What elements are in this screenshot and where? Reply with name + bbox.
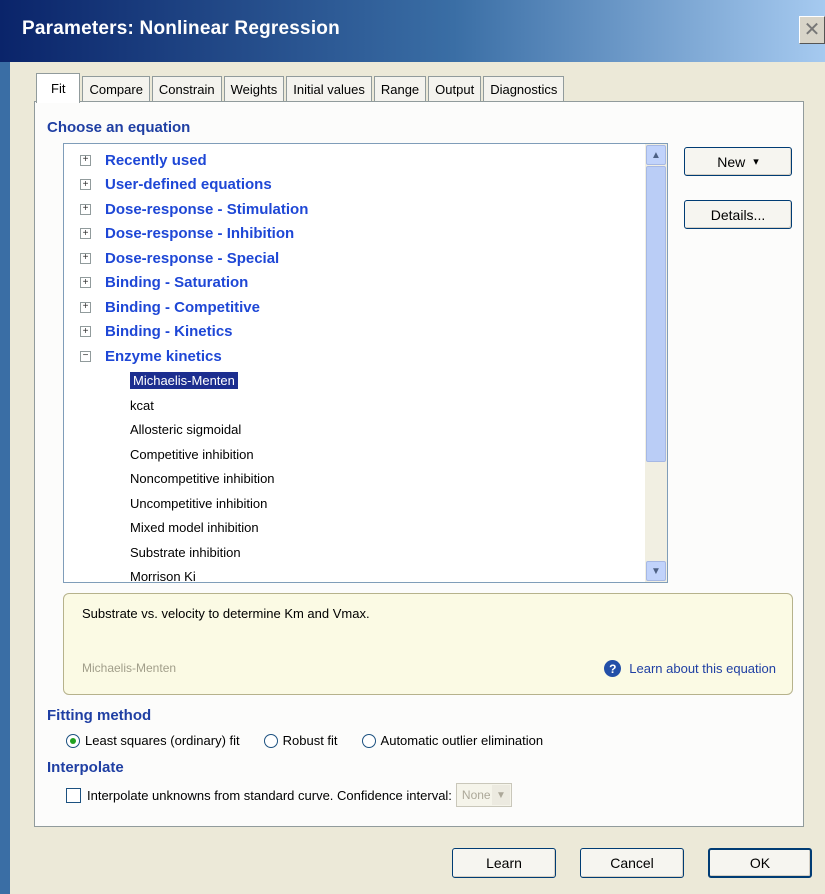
choose-equation-heading: Choose an equation <box>47 119 191 136</box>
expand-icon[interactable]: + <box>80 228 91 240</box>
fitting-method-options: Least squares (ordinary) fit Robust fit … <box>66 733 567 748</box>
help-icon: ? <box>604 660 622 677</box>
tab-output[interactable]: Output <box>428 76 482 102</box>
equation-description: Substrate vs. velocity to determine Km a… <box>82 606 370 621</box>
radio-outlier-elimination[interactable]: Automatic outlier elimination <box>361 733 543 748</box>
equation-item[interactable]: Morrison Ki <box>64 565 646 590</box>
expand-icon[interactable]: + <box>80 252 91 264</box>
equation-description-box: Substrate vs. velocity to determine Km a… <box>63 593 793 695</box>
expand-icon[interactable]: + <box>80 326 91 338</box>
interpolate-row: Interpolate unknowns from standard curve… <box>66 783 512 807</box>
scroll-down-icon[interactable]: ▼ <box>646 561 666 581</box>
radio-selected-icon[interactable] <box>66 733 80 748</box>
tree-category[interactable]: + User-defined equations <box>64 173 646 198</box>
vertical-scrollbar[interactable]: ▲ ▼ <box>645 144 667 582</box>
interpolate-checkbox-label: Interpolate unknowns from standard curve… <box>87 787 452 803</box>
new-button[interactable]: New ▾ <box>684 147 792 176</box>
tab-constrain[interactable]: Constrain <box>151 76 222 102</box>
radio-icon[interactable] <box>361 733 376 748</box>
radio-least-squares[interactable]: Least squares (ordinary) fit <box>66 733 240 748</box>
tree-category[interactable]: + Dose-response - Stimulation <box>64 197 646 222</box>
interpolate-heading: Interpolate <box>47 759 124 776</box>
equation-item[interactable]: Allosteric sigmoidal <box>64 418 646 443</box>
confidence-interval-select[interactable]: None ▼ <box>455 783 512 807</box>
tree-category-expanded[interactable]: − Enzyme kinetics <box>64 344 646 369</box>
tree-category[interactable]: + Dose-response - Inhibition <box>64 222 646 247</box>
equation-item-selected[interactable]: Michaelis-Menten <box>64 369 646 394</box>
radio-icon[interactable] <box>263 733 278 748</box>
dropdown-arrow-icon: ▾ <box>753 156 759 168</box>
equation-item[interactable]: Mixed model inhibition <box>64 516 646 541</box>
close-icon[interactable]: ✕ <box>799 16 825 44</box>
details-button[interactable]: Details... <box>684 200 792 229</box>
learn-about-equation-link[interactable]: ? Learn about this equation <box>604 660 776 677</box>
tab-compare[interactable]: Compare <box>82 76 150 102</box>
tree-category[interactable]: + Binding - Saturation <box>64 271 646 296</box>
tab-bar: Fit Compare Constrain Weights Initial va… <box>36 70 566 103</box>
tab-diagnostics[interactable]: Diagnostics <box>483 76 565 102</box>
chevron-down-icon: ▼ <box>491 785 510 805</box>
equation-item[interactable]: Substrate inhibition <box>64 540 646 565</box>
fitting-method-heading: Fitting method <box>47 707 152 724</box>
equation-item[interactable]: kcat <box>64 393 646 418</box>
cancel-button[interactable]: Cancel <box>580 848 684 878</box>
equation-item[interactable]: Uncompetitive inhibition <box>64 491 646 516</box>
collapse-icon[interactable]: − <box>80 350 91 362</box>
scroll-thumb[interactable] <box>646 166 666 462</box>
interpolate-checkbox[interactable] <box>66 787 81 803</box>
ok-button[interactable]: OK <box>708 848 812 878</box>
expand-icon[interactable]: + <box>80 203 91 215</box>
tree-category[interactable]: + Binding - Kinetics <box>64 320 646 345</box>
expand-icon[interactable]: + <box>80 154 91 166</box>
expand-icon[interactable]: + <box>80 301 91 313</box>
tree-category[interactable]: + Dose-response - Special <box>64 246 646 271</box>
window-title: Parameters: Nonlinear Regression <box>22 18 340 39</box>
scroll-up-icon[interactable]: ▲ <box>646 145 666 165</box>
tab-range[interactable]: Range <box>373 76 427 102</box>
learn-button[interactable]: Learn <box>452 848 556 878</box>
tab-initial-values[interactable]: Initial values <box>286 76 372 102</box>
window-border <box>0 62 10 894</box>
equation-item[interactable]: Competitive inhibition <box>64 442 646 467</box>
expand-icon[interactable]: + <box>80 277 91 289</box>
tree-category[interactable]: + Binding - Competitive <box>64 295 646 320</box>
tab-weights[interactable]: Weights <box>223 76 285 102</box>
title-bar[interactable]: Parameters: Nonlinear Regression ✕ <box>0 0 825 62</box>
tree-category[interactable]: + Recently used <box>64 148 646 173</box>
equation-item[interactable]: Noncompetitive inhibition <box>64 467 646 492</box>
equation-tree[interactable]: + Recently used + User-defined equations +… <box>63 143 668 584</box>
equation-name-label: Michaelis-Menten <box>82 661 177 675</box>
radio-robust-fit[interactable]: Robust fit <box>263 733 338 748</box>
tab-fit[interactable]: Fit <box>36 73 81 103</box>
expand-icon[interactable]: + <box>80 179 91 191</box>
